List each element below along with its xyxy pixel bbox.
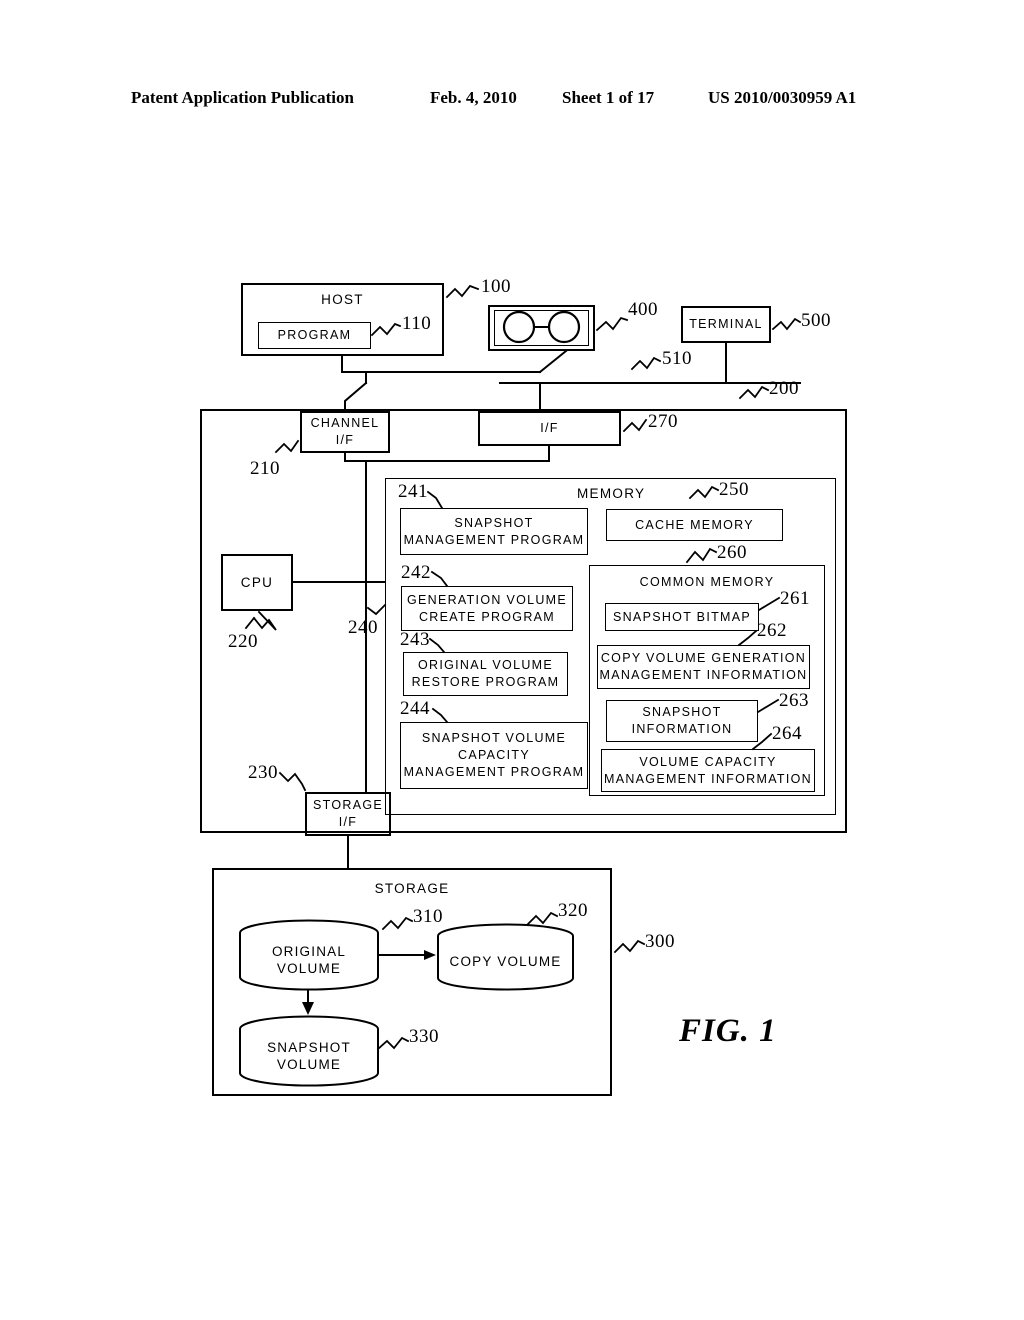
ref-262: 262 (757, 620, 787, 641)
storage-if-line1: STORAGE (313, 798, 383, 812)
snapshot-bitmap-label: SNAPSHOT BITMAP (612, 609, 752, 624)
ref-110: 110 (402, 313, 432, 334)
ov-line2: VOLUME (276, 961, 342, 976)
ref-263: 263 (779, 690, 809, 711)
storage-if-label: STORAGE I/F (305, 792, 391, 836)
ref-264: 264 (772, 723, 802, 744)
ref-250: 250 (719, 479, 749, 500)
ref-241: 241 (398, 481, 428, 502)
ref-100: 100 (481, 276, 511, 297)
cache-memory-label: CACHE MEMORY (635, 517, 754, 532)
si-line1: SNAPSHOT (642, 705, 722, 719)
storage-label: STORAGE (374, 880, 450, 896)
cpu-label: CPU (240, 575, 274, 590)
ref-320: 320 (558, 900, 588, 921)
svcmp-line3: MANAGEMENT PROGRAM (403, 765, 585, 779)
figure-label: FIG. 1 (679, 1013, 777, 1049)
snapshot-information-label: SNAPSHOT INFORMATION (606, 700, 758, 742)
vcmi-line1: VOLUME CAPACITY (639, 754, 777, 769)
svcmp-line1: SNAPSHOT VOLUME (421, 731, 567, 745)
copy-volume-generation-management-information-label: COPY VOLUME GENERATION MANAGEMENT INFORM… (597, 645, 810, 689)
sv-line2: VOLUME (276, 1057, 342, 1072)
terminal-label: TERMINAL (689, 317, 763, 331)
header-sheet: Sheet 1 of 17 (562, 88, 655, 107)
host-label: HOST (321, 291, 364, 307)
ref-244: 244 (400, 698, 430, 719)
ref-210: 210 (250, 458, 280, 479)
channel-if-label: CHANNEL I/F (300, 411, 390, 453)
if-label: I/F (540, 421, 559, 435)
vcmi-line2: MANAGEMENT INFORMATION (603, 771, 812, 786)
ref-500: 500 (801, 310, 831, 331)
ref-261: 261 (780, 588, 810, 609)
gvcp-line2: CREATE PROGRAM (418, 609, 556, 624)
smp-line1: SNAPSHOT (454, 515, 534, 530)
original-volume-restore-program-label: ORIGINAL VOLUME RESTORE PROGRAM (403, 652, 568, 696)
channel-if-line2: I/F (335, 433, 355, 447)
snapshot-volume-capacity-management-program-label: SNAPSHOT VOLUME CAPACITY MANAGEMENT PROG… (400, 722, 588, 789)
ref-270: 270 (648, 411, 678, 432)
sv-line1: SNAPSHOT (267, 1040, 351, 1055)
ref-260: 260 (717, 542, 747, 563)
volume-capacity-management-information-label: VOLUME CAPACITY MANAGEMENT INFORMATION (601, 749, 815, 792)
ref-510: 510 (662, 348, 692, 369)
snapshot-volume-label: SNAPSHOT VOLUME (238, 1039, 380, 1073)
host-program-label: PROGRAM (277, 328, 352, 342)
ref-220: 220 (228, 631, 258, 652)
snapshot-volume-cylinder: SNAPSHOT VOLUME (238, 1015, 380, 1087)
ref-243: 243 (400, 629, 430, 650)
switch-inner-box (494, 310, 589, 346)
snapshot-management-program-label: SNAPSHOT MANAGEMENT PROGRAM (400, 508, 588, 555)
copy-volume-cylinder: COPY VOLUME (436, 923, 575, 991)
ref-200: 200 (769, 378, 799, 399)
ref-310: 310 (413, 906, 443, 927)
cvgmi-line2: MANAGEMENT INFORMATION (599, 668, 808, 682)
header-patent-number: US 2010/0030959 A1 (708, 88, 857, 107)
ref-400: 400 (628, 299, 658, 320)
ov-line1: ORIGINAL (271, 944, 347, 959)
si-line2: INFORMATION (631, 722, 733, 736)
cvgmi-line1: COPY VOLUME GENERATION (600, 651, 807, 665)
copy-volume-label: COPY VOLUME (436, 953, 575, 970)
ref-230: 230 (248, 762, 278, 783)
generation-volume-create-program-label: GENERATION VOLUME CREATE PROGRAM (401, 586, 573, 631)
original-volume-cylinder: ORIGINAL VOLUME (238, 919, 380, 991)
ref-240: 240 (348, 617, 378, 638)
gvcp-line1: GENERATION VOLUME (406, 592, 568, 607)
memory-label: MEMORY (577, 486, 646, 501)
ref-300: 300 (645, 931, 675, 952)
ref-242: 242 (401, 562, 431, 583)
header-publication: Patent Application Publication (131, 88, 354, 107)
smp-line2: MANAGEMENT PROGRAM (403, 532, 585, 547)
ref-330: 330 (409, 1026, 439, 1047)
channel-if-line1: CHANNEL (310, 416, 380, 430)
original-volume-label: ORIGINAL VOLUME (238, 943, 380, 977)
storage-if-line2: I/F (338, 815, 358, 829)
header-date: Feb. 4, 2010 (430, 88, 517, 107)
svcmp-line2: CAPACITY (458, 748, 530, 762)
ovrp-line2: RESTORE PROGRAM (411, 675, 560, 689)
cv-line1: COPY VOLUME (449, 954, 562, 969)
patent-figure-page: Patent Application Publication Feb. 4, 2… (0, 0, 1024, 1320)
ovrp-line1: ORIGINAL VOLUME (417, 658, 554, 672)
